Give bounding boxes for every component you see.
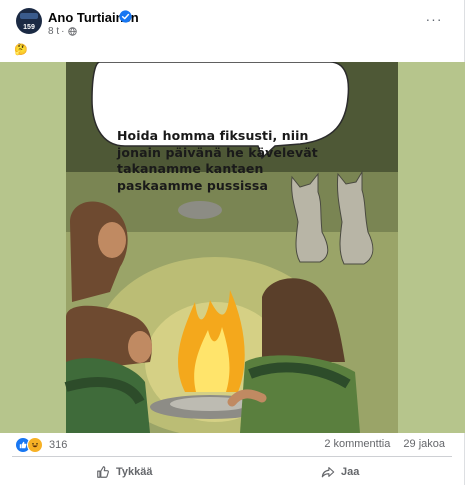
speech-bubble-text: Hoida homma fiksusti, niin jonain päivän…	[117, 128, 327, 194]
shares-count[interactable]: 29 jakoa	[403, 438, 445, 450]
meta-separator: ·	[61, 26, 65, 37]
divider	[12, 456, 452, 457]
engagement-counts: 2 kommenttia 29 jakoa	[314, 438, 445, 450]
reactions-summary[interactable]: 316	[15, 437, 67, 453]
caption-line: jonain päivänä he kävelevät	[117, 144, 318, 160]
reaction-count: 316	[49, 439, 68, 451]
post-text-emoji: 🤔	[14, 44, 28, 56]
like-button[interactable]: Tykkää	[96, 462, 153, 482]
timestamp[interactable]: 8 t	[48, 26, 59, 37]
verified-badge-icon	[119, 10, 132, 23]
cartoon-illustration	[0, 62, 465, 433]
avatar-number: 159	[23, 24, 35, 31]
avatar-stripe	[20, 13, 38, 19]
share-button[interactable]: Jaa	[321, 462, 359, 482]
post-meta: 8 t ·	[48, 26, 78, 37]
post-image[interactable]: Hoida homma fiksusti, niin jonain päivän…	[0, 62, 465, 433]
caption-line: paskaamme pussissa	[117, 177, 269, 193]
haha-reaction-icon	[27, 437, 43, 453]
caption-line: Hoida homma fiksusti, niin	[117, 128, 309, 143]
comments-count[interactable]: 2 kommenttia	[324, 438, 390, 450]
avatar[interactable]: 159	[16, 8, 42, 34]
post-card: 159 Ano Turtiainen 8 t · ··· 🤔 Hoida hom…	[0, 0, 465, 485]
share-label: Jaa	[341, 466, 360, 478]
caption-line: takanamme kantaen	[117, 161, 264, 176]
like-label: Tykkää	[116, 466, 153, 478]
thumbs-up-icon	[97, 466, 109, 478]
more-options-icon[interactable]: ···	[423, 8, 445, 30]
globe-icon	[68, 27, 78, 36]
share-arrow-icon	[321, 467, 335, 478]
